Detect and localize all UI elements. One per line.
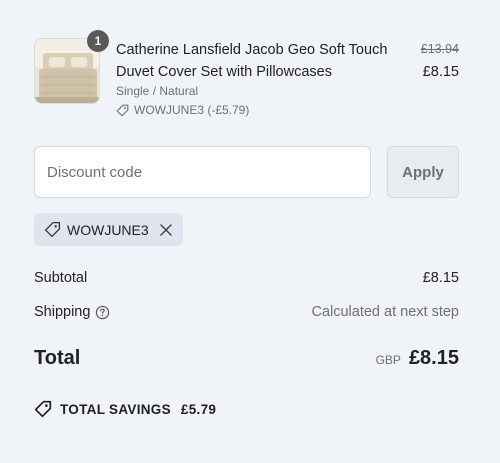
shipping-label: Shipping (34, 304, 91, 320)
final-price: £8.15 (422, 64, 459, 80)
subtotal-label: Subtotal (34, 270, 88, 286)
savings-value: £5.79 (180, 401, 217, 417)
shipping-label-wrap: Shipping (34, 304, 110, 320)
total-currency: GBP (375, 353, 401, 367)
product-name: Catherine Lansfield Jacob Geo Soft Touch… (116, 42, 388, 80)
total-savings: TOTAL SAVINGS £5.79 (34, 400, 216, 418)
shipping-value: Calculated at next step (311, 304, 459, 320)
applied-discount-code: WOWJUNE3 (67, 221, 149, 238)
tag-icon (116, 104, 129, 116)
total-label: Total (34, 347, 81, 369)
tag-icon (34, 400, 52, 418)
cart-line-item: 1 Catherine Lansfield Jacob Geo Soft Tou… (34, 30, 459, 128)
help-icon[interactable] (95, 305, 110, 320)
subtotal-value: £8.15 (422, 270, 459, 286)
remove-discount-button[interactable] (159, 223, 173, 237)
apply-discount-button[interactable]: Apply (387, 146, 459, 198)
close-icon (159, 223, 172, 236)
product-thumbnail-wrapper: 1 (34, 30, 109, 104)
subtotal-row: Subtotal £8.15 (34, 270, 459, 286)
total-amount: GBP £8.15 (376, 347, 459, 370)
shipping-row: Shipping Calculated at next step (34, 304, 459, 320)
line-discount-text: WOWJUNE3 (-£5.79) (134, 103, 250, 117)
applied-discount-chip: WOWJUNE3 (34, 213, 183, 246)
discount-code-input[interactable] (34, 146, 371, 198)
tag-icon (44, 221, 61, 238)
original-price: £13.94 (420, 42, 459, 56)
product-variant: Single / Natural (116, 84, 199, 98)
total-row: Total GBP £8.15 (34, 347, 459, 370)
savings-label: TOTAL SAVINGS (60, 401, 171, 417)
total-value: £8.15 (408, 347, 459, 369)
line-discount: WOWJUNE3 (-£5.79) (116, 103, 249, 117)
quantity-badge: 1 (87, 30, 109, 52)
